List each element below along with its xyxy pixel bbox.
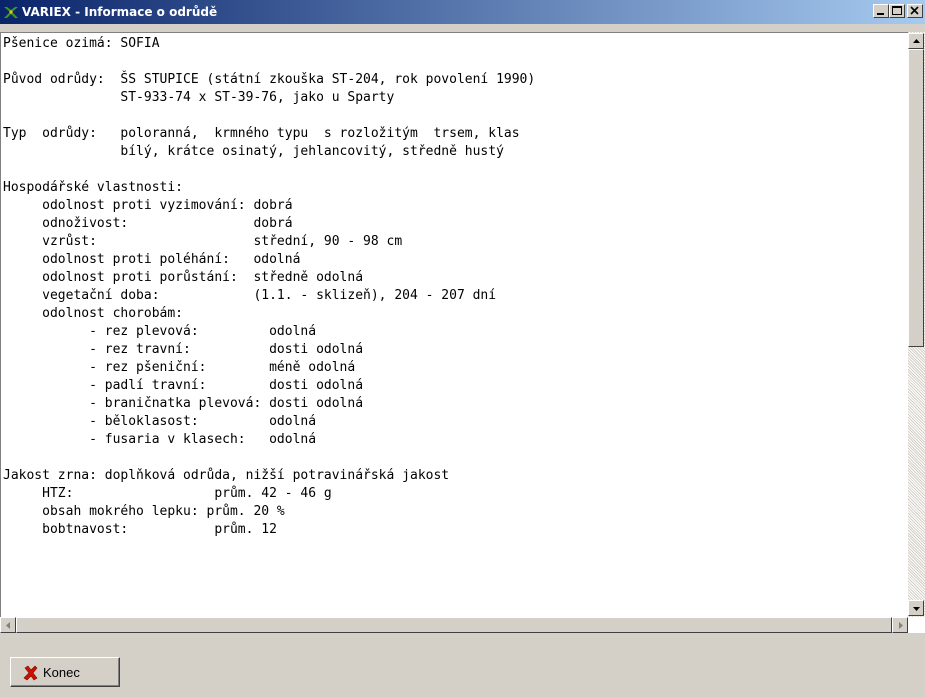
variety-info-text: Pšenice ozimá: SOFIA Původ odrůdy: ŠS ST… bbox=[3, 35, 903, 539]
scroll-up-button[interactable] bbox=[908, 33, 924, 49]
info-line: Pšenice ozimá: SOFIA bbox=[3, 36, 160, 51]
arrow-down-icon bbox=[913, 607, 920, 611]
info-line: vzrůst: střední, 90 - 98 cm bbox=[3, 234, 403, 249]
minimize-button[interactable] bbox=[873, 4, 889, 18]
konec-button-label: Konec bbox=[43, 665, 80, 680]
info-line: odolnost proti vyzimování: dobrá bbox=[3, 198, 293, 213]
maximize-icon bbox=[892, 6, 902, 15]
scroll-down-button[interactable] bbox=[908, 600, 924, 616]
info-line: Hospodářské vlastnosti: bbox=[3, 180, 184, 195]
info-line: - rez plevová: odolná bbox=[3, 324, 317, 339]
window-titlebar[interactable]: VARIEX - Informace o odrůdě bbox=[0, 0, 925, 24]
vertical-scroll-thumb[interactable] bbox=[908, 49, 924, 347]
info-line: odolnost proti poléhání: odolná bbox=[3, 252, 301, 267]
red-x-icon bbox=[23, 665, 38, 681]
scroll-right-button[interactable] bbox=[892, 617, 908, 633]
close-icon bbox=[910, 6, 919, 15]
info-line: - padlí travní: dosti odolná bbox=[3, 378, 364, 393]
vertical-scrollbar[interactable] bbox=[908, 32, 925, 617]
info-line: obsah mokrého lepku: prům. 20 % bbox=[3, 504, 285, 519]
horizontal-scrollbar[interactable] bbox=[0, 617, 908, 633]
info-line: HTZ: prům. 42 - 46 g bbox=[3, 486, 332, 501]
info-line: odnoživost: dobrá bbox=[3, 216, 293, 231]
variex-app-icon bbox=[4, 7, 18, 18]
info-line: - braničnatka plevová: dosti odolná bbox=[3, 396, 364, 411]
horizontal-scroll-thumb[interactable] bbox=[16, 617, 892, 633]
window-title: VARIEX - Informace o odrůdě bbox=[22, 5, 218, 19]
info-line: odolnost proti porůstání: středně odolná bbox=[3, 270, 364, 285]
info-line: bílý, krátce osinatý, jehlancovitý, stře… bbox=[3, 144, 504, 159]
info-line: Typ odrůdy: poloranná, krmného typu s ro… bbox=[3, 126, 520, 141]
arrow-left-icon bbox=[6, 622, 10, 629]
info-line: - rez travní: dosti odolná bbox=[3, 342, 364, 357]
variety-info-textarea[interactable]: Pšenice ozimá: SOFIA Původ odrůdy: ŠS ST… bbox=[0, 32, 925, 633]
info-line: bobtnavost: prům. 12 bbox=[3, 522, 277, 537]
maximize-button[interactable] bbox=[889, 4, 905, 18]
close-window-button[interactable] bbox=[907, 4, 923, 18]
arrow-up-icon bbox=[913, 39, 920, 43]
info-line: vegetační doba: (1.1. - sklizeň), 204 - … bbox=[3, 288, 497, 303]
info-line: Původ odrůdy: ŠS STUPICE (státní zkouška… bbox=[3, 72, 536, 87]
info-line: - fusaria v klasech: odolná bbox=[3, 432, 317, 447]
minimize-icon bbox=[877, 13, 884, 15]
info-line: ST-933-74 x ST-39-76, jako u Sparty bbox=[3, 90, 395, 105]
info-line: - běloklasost: odolná bbox=[3, 414, 317, 429]
info-line: Jakost zrna: doplňková odrůda, nižší pot… bbox=[3, 468, 450, 483]
konec-button[interactable]: Konec bbox=[10, 657, 120, 687]
info-line: odolnost chorobám: bbox=[3, 306, 184, 321]
arrow-right-icon bbox=[899, 622, 903, 629]
info-line: - rez pšeniční: méně odolná bbox=[3, 360, 356, 375]
scroll-left-button[interactable] bbox=[0, 617, 16, 633]
